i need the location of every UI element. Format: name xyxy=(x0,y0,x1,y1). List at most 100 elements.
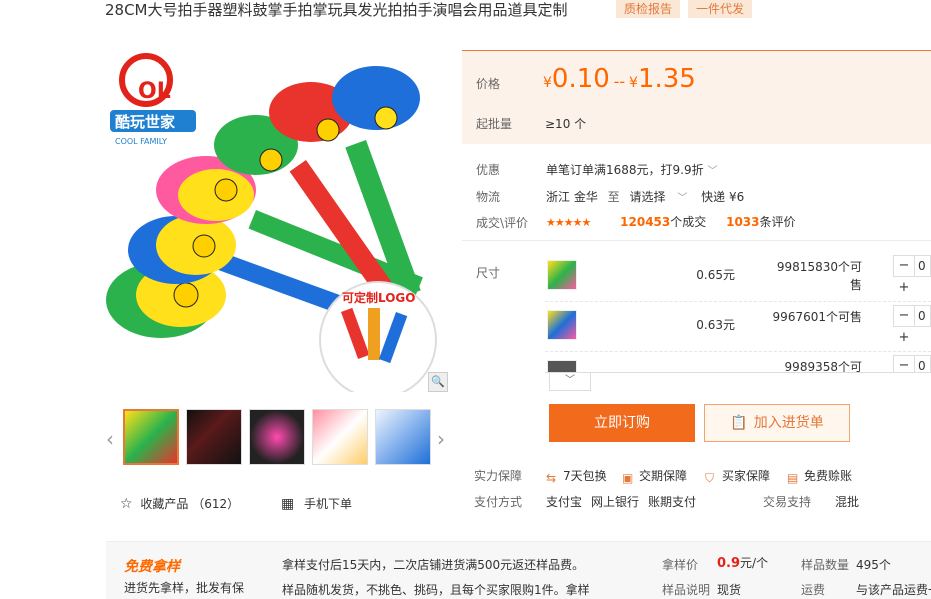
sample-count-value: 495个 xyxy=(856,558,891,572)
quantity-input[interactable]: 0 xyxy=(915,305,931,327)
promo-label: 优惠 xyxy=(476,163,501,177)
guarantee-delivery[interactable]: ▣ 交期保障 xyxy=(622,467,687,485)
sample-price-label: 拿样价 xyxy=(662,558,699,572)
sku-price: 0.65元 xyxy=(696,268,735,282)
logistics-origin: 浙江 金华 xyxy=(546,190,598,204)
guarantee-buyer[interactable]: ⛉ 买家保障 xyxy=(705,467,770,485)
quantity-stepper: − 0 xyxy=(893,352,931,372)
minus-button[interactable]: − xyxy=(893,355,915,372)
chevron-down-icon: ﹀ xyxy=(707,166,718,177)
sku-row: 0.63元 9967601个可售 − 0 + xyxy=(545,302,931,352)
thumbnail-1[interactable] xyxy=(123,409,179,465)
star-icon[interactable]: ☆ xyxy=(120,496,133,512)
sku-label: 尺寸 xyxy=(476,266,501,280)
thumb-next-arrow-icon[interactable]: › xyxy=(437,427,445,451)
guarantee-label: 实力保障 xyxy=(474,469,523,483)
sample-price-value: 0.9 xyxy=(717,556,741,571)
quantity-input[interactable]: 0 xyxy=(915,355,931,372)
payment-term[interactable]: 账期支付 xyxy=(648,493,696,510)
logistics-to: 至 xyxy=(607,190,620,204)
gallery-actions: ☆ 收藏产品 （612） ▦ 手机下单 xyxy=(120,495,352,513)
payment-alipay[interactable]: 支付宝 xyxy=(546,493,582,510)
sku-stock: 9967601个可售 xyxy=(772,310,862,324)
price-range: ¥0.10 -- ¥1.35 xyxy=(543,64,696,94)
price-max: 1.35 xyxy=(637,64,696,94)
rating-stars: ★★★★★ xyxy=(546,216,591,229)
qrcode-icon[interactable]: ▦ xyxy=(281,496,294,512)
deals-label: 成交\评价 xyxy=(476,216,529,230)
reviews-suffix: 条评价 xyxy=(759,215,796,229)
sample-freight-value: 与该产品运费一 xyxy=(856,583,931,597)
expand-sku-button[interactable]: ﹀ xyxy=(549,373,591,391)
sku-list: 0.65元 99815830个可售 − 0 + 0.63元 9967601个可售… xyxy=(545,250,931,372)
custom-logo-badge: 可定制LOGO xyxy=(319,281,437,392)
free-sample-panel: 免费拿样 进货先拿样，批发有保 拿样支付后15天内，二次店铺进货满500元返还样… xyxy=(106,541,931,599)
minus-button[interactable]: − xyxy=(893,305,915,327)
orders-suffix: 个成交 xyxy=(670,215,707,229)
chevron-down-icon: ﹀ xyxy=(565,375,575,386)
quantity-stepper: − 0 + xyxy=(893,252,931,300)
payment-bank[interactable]: 网上银行 xyxy=(591,493,639,510)
sku-row: 9989358个可 − 0 xyxy=(545,352,931,372)
sample-price-unit: 元/个 xyxy=(740,556,769,570)
guarantee-7day[interactable]: ⇆ 7天包换 xyxy=(546,467,607,485)
product-title: 28CM大号拍手器塑料鼓掌手拍掌玩具发光拍拍手演唱会用品道具定制 xyxy=(105,1,568,19)
plus-button[interactable]: + xyxy=(893,278,915,300)
moq-value: ≥10 个 xyxy=(545,117,587,131)
sample-desc-value: 现货 xyxy=(717,583,742,597)
tag-quality-report[interactable]: 质检报告 xyxy=(616,0,681,18)
thumb-prev-arrow-icon[interactable]: ‹ xyxy=(106,427,114,451)
sample-freight-label: 运费 xyxy=(801,583,826,597)
minus-button[interactable]: − xyxy=(893,255,915,277)
sample-line2: 样品随机发货，不挑色、挑码，且每个买家限购1件。拿样 xyxy=(282,583,590,597)
shipping-fee: 快递 ¥6 xyxy=(701,190,745,204)
truck-icon: ▣ xyxy=(622,471,634,485)
exchange-icon: ⇆ xyxy=(546,471,557,485)
svg-text:OL: OL xyxy=(138,79,171,104)
sku-thumbnail[interactable] xyxy=(547,360,577,372)
divider xyxy=(545,372,931,373)
svg-text:酷玩世家: 酷玩世家 xyxy=(115,113,175,131)
sample-count-label: 样品数量 xyxy=(801,558,850,572)
thumbnail-2[interactable] xyxy=(186,409,242,465)
sku-price: 0.63元 xyxy=(696,318,735,332)
thumbnail-strip: ‹ › xyxy=(106,405,451,471)
payment-label: 支付方式 xyxy=(474,495,523,509)
destination-select[interactable]: 请选择 ﹀ xyxy=(630,190,692,204)
sku-row: 0.65元 99815830个可售 − 0 + xyxy=(545,252,931,302)
plus-button[interactable]: + xyxy=(893,328,915,350)
orders-count[interactable]: 120453 xyxy=(620,215,670,229)
credit-icon: ▤ xyxy=(787,471,799,485)
sku-stock: 9989358个可 xyxy=(784,360,862,372)
quantity-stepper: − 0 + xyxy=(893,302,931,350)
sku-thumbnail[interactable] xyxy=(547,310,577,340)
price-panel xyxy=(462,50,931,144)
clapper-illustration: OL 酷玩世家 COOL FAMILY 可定制LOGO xyxy=(106,53,437,392)
sample-line1: 拿样支付后15天内，二次店铺进货满500元返还样品费。 xyxy=(282,558,585,572)
favorite-label[interactable]: 收藏产品 xyxy=(140,497,188,511)
zoom-icon[interactable]: 🔍 xyxy=(428,372,448,392)
sample-desc-label: 样品说明 xyxy=(662,583,711,597)
promo-value[interactable]: 单笔订单满1688元，打9.9折 ﹀ xyxy=(546,161,717,178)
svg-text:COOL FAMILY: COOL FAMILY xyxy=(115,137,167,146)
clipboard-icon: 📋 xyxy=(730,415,748,431)
moq-label: 起批量 xyxy=(476,117,513,131)
tag-dropship[interactable]: 一件代发 xyxy=(688,0,753,18)
add-to-cart-button[interactable]: 📋 加入进货单 xyxy=(704,404,850,442)
thumbnail-3[interactable] xyxy=(249,409,305,465)
mobile-order-label[interactable]: 手机下单 xyxy=(304,497,352,511)
reviews-count[interactable]: 1033 xyxy=(726,215,759,229)
shield-icon: ⛉ xyxy=(705,471,715,485)
main-product-image[interactable]: OL 酷玩世家 COOL FAMILY 可定制LOGO xyxy=(106,50,448,392)
logistics-label: 物流 xyxy=(476,190,501,204)
buy-now-button[interactable]: 立即订购 xyxy=(549,404,695,442)
logistics-row: 浙江 金华 至 请选择 ﹀ 快递 ¥6 xyxy=(546,188,744,205)
sku-thumbnail[interactable] xyxy=(547,260,577,290)
thumbnail-4[interactable] xyxy=(312,409,368,465)
guarantee-credit[interactable]: ▤ 免费赊账 xyxy=(787,467,852,485)
price-min: 0.10 xyxy=(551,64,610,94)
trade-support-value: 混批 xyxy=(835,495,860,509)
quantity-input[interactable]: 0 xyxy=(915,255,931,277)
thumbnail-5[interactable] xyxy=(375,409,431,465)
price-label: 价格 xyxy=(476,77,501,91)
